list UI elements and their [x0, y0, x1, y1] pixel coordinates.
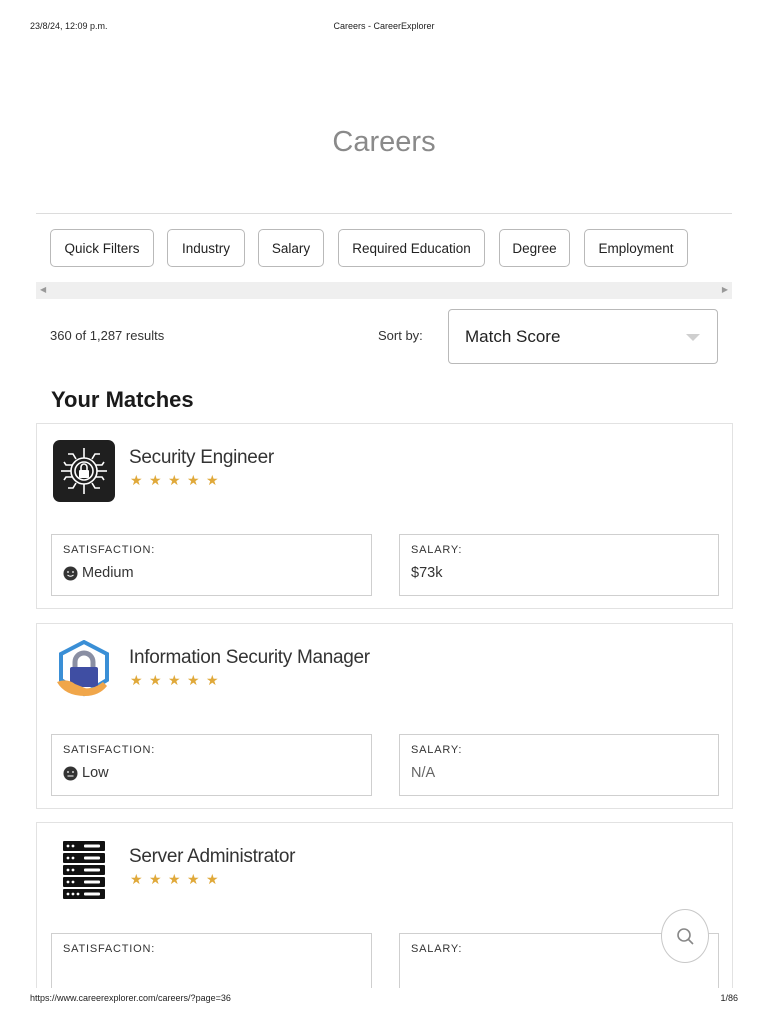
satisfaction-value: Medium	[63, 565, 134, 581]
career-card[interactable]: Information Security Manager ★ ★ ★ ★ ★ S…	[36, 623, 733, 809]
filter-required-education-button[interactable]: Required Education	[338, 229, 485, 267]
star-icon: ★	[187, 672, 200, 688]
salary-box: SALARY: $73k	[399, 534, 719, 596]
satisfaction-label: SATISFACTION:	[63, 544, 156, 556]
salary-label: SALARY:	[411, 744, 463, 756]
star-icon: ★	[149, 472, 162, 488]
career-name[interactable]: Information Security Manager	[129, 647, 370, 669]
satisfaction-box: SATISFACTION: Low	[51, 734, 372, 796]
star-icon: ★	[130, 672, 143, 688]
sort-selected-value: Match Score	[465, 327, 561, 346]
star-icon: ★	[187, 472, 200, 488]
satisfaction-text: Medium	[82, 565, 134, 581]
career-card[interactable]: Security Engineer ★ ★ ★ ★ ★ SATISFACTION…	[36, 423, 733, 609]
section-heading: Your Matches	[51, 387, 194, 412]
sort-label: Sort by:	[378, 328, 423, 343]
salary-label: SALARY:	[411, 544, 463, 556]
salary-label: SALARY:	[411, 943, 463, 955]
star-icon: ★	[168, 472, 181, 488]
star-icon: ★	[168, 672, 181, 688]
filter-degree-button[interactable]: Degree	[499, 229, 570, 267]
salary-value: N/A	[411, 765, 436, 781]
satisfaction-value: Low	[63, 765, 109, 781]
scroll-right-arrow-icon[interactable]: ▶	[722, 285, 728, 294]
smiley-face-icon	[63, 566, 78, 580]
print-header: 23/8/24, 12:09 p.m. Careers - CareerExpl…	[30, 21, 738, 33]
filter-employment-button[interactable]: Employment	[584, 229, 688, 267]
star-icon: ★	[149, 672, 162, 688]
career-name[interactable]: Security Engineer	[129, 447, 274, 469]
star-icon: ★	[130, 871, 143, 887]
salary-box: SALARY: N/A	[399, 734, 719, 796]
sort-select[interactable]: Match Score	[448, 309, 718, 364]
padlock-hand-icon	[53, 639, 115, 702]
results-count: 360 of 1,287 results	[50, 328, 165, 343]
filter-scrollbar[interactable]: ◀ ▶	[36, 282, 732, 299]
star-icon: ★	[149, 871, 162, 887]
filter-salary-button[interactable]: Salary	[258, 229, 324, 267]
star-rating: ★ ★ ★ ★ ★	[130, 672, 219, 688]
satisfaction-box: SATISFACTION: Medium	[51, 534, 372, 596]
satisfaction-text: Low	[82, 765, 109, 781]
filter-divider	[36, 213, 732, 214]
print-url: https://www.careerexplorer.com/careers/?…	[30, 993, 231, 1003]
filter-industry-button[interactable]: Industry	[167, 229, 245, 267]
security-chip-icon	[53, 440, 115, 502]
search-icon	[677, 928, 694, 945]
career-card[interactable]: Server Administrator ★ ★ ★ ★ ★ SATISFACT…	[36, 822, 733, 1008]
server-rack-icon	[53, 839, 115, 901]
print-document-title: Careers - CareerExplorer	[333, 21, 435, 31]
scroll-left-arrow-icon[interactable]: ◀	[40, 285, 46, 294]
star-icon: ★	[206, 672, 219, 688]
filter-quick-filters-button[interactable]: Quick Filters	[50, 229, 154, 267]
career-name[interactable]: Server Administrator	[129, 846, 295, 868]
star-rating: ★ ★ ★ ★ ★	[130, 871, 219, 887]
star-rating: ★ ★ ★ ★ ★	[130, 472, 219, 488]
star-icon: ★	[187, 871, 200, 887]
salary-value: $73k	[411, 565, 443, 581]
search-fab-button[interactable]	[661, 909, 709, 963]
star-icon: ★	[206, 472, 219, 488]
neutral-face-icon	[63, 766, 78, 780]
star-icon: ★	[130, 472, 143, 488]
star-icon: ★	[206, 871, 219, 887]
satisfaction-box: SATISFACTION:	[51, 933, 372, 995]
print-page-number: 1/86	[720, 993, 738, 1003]
print-footer: https://www.careerexplorer.com/careers/?…	[30, 993, 738, 1005]
page-title: Careers	[332, 126, 436, 158]
star-icon: ★	[168, 871, 181, 887]
satisfaction-label: SATISFACTION:	[63, 943, 156, 955]
chevron-down-icon	[686, 334, 700, 341]
satisfaction-label: SATISFACTION:	[63, 744, 156, 756]
